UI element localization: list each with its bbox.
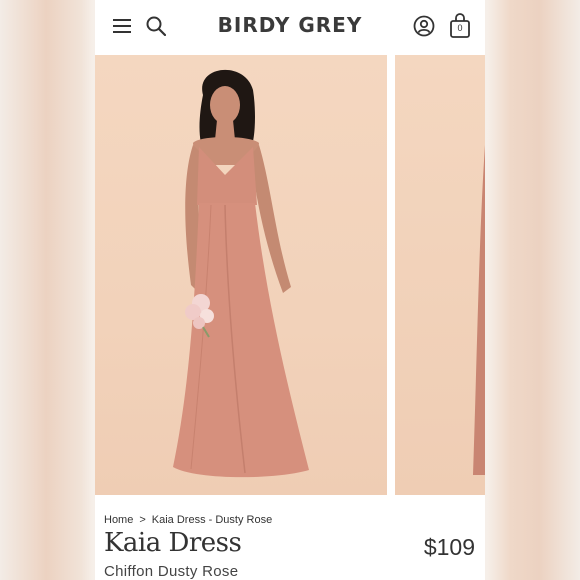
product-gallery[interactable] [95,55,485,495]
bag-icon[interactable]: 0 [447,11,473,41]
product-price: $109 [423,534,475,560]
breadcrumb-home[interactable]: Home [104,514,133,526]
menu-icon[interactable] [109,13,135,39]
bag-count: 0 [457,23,463,33]
site-header: BIRDY GREY 0 [95,0,485,55]
site-logo[interactable]: BIRDY GREY [205,13,375,37]
model-photo-partial [473,145,485,475]
model-photo [173,69,309,478]
breadcrumb-current[interactable]: Kaia Dress - Dusty Rose [152,514,272,526]
product-title: Kaia Dress [104,528,242,558]
breadcrumb: Home > Kaia Dress - Dusty Rose [104,514,272,526]
product-image-main[interactable] [95,55,387,495]
breadcrumb-separator: > [139,514,146,526]
account-icon[interactable] [411,12,437,40]
product-image-next[interactable] [395,55,485,495]
product-page: BIRDY GREY 0 Home > Kaia Dress - Dusty R… [95,0,485,580]
search-icon[interactable] [143,12,169,40]
product-variant: Chiffon Dusty Rose [104,563,239,580]
